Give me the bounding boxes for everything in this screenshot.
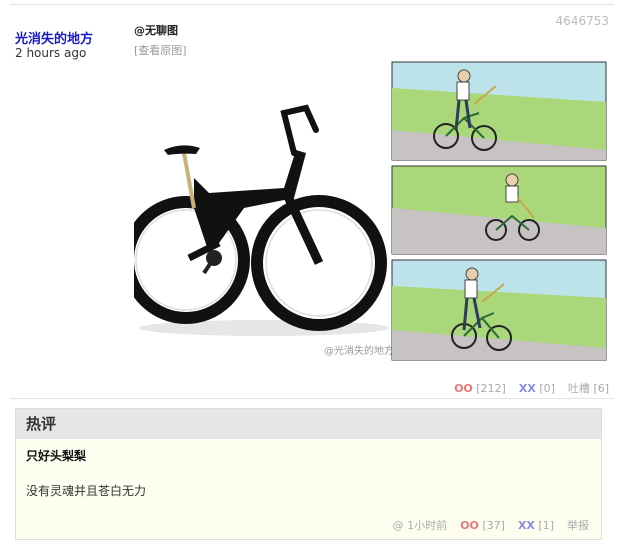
- bicycle-illustration: [134, 104, 389, 336]
- comic-panel-1: [391, 61, 607, 161]
- comment-xx-button[interactable]: XX: [518, 519, 535, 532]
- hot-comments-box: 热评 只好头梨梨 没有灵魂并且苍白无力 @ 1小时前 OO [37] XX [1…: [15, 408, 602, 540]
- comment-time: 1小时前: [407, 519, 448, 532]
- comment-reply-at[interactable]: @: [393, 519, 404, 532]
- post-id[interactable]: 4646753: [556, 14, 609, 28]
- comic-panel-2: [391, 165, 607, 255]
- view-original-link[interactable]: [查看原图]: [134, 42, 187, 58]
- post-oo-count: [212]: [476, 382, 506, 395]
- comment-author: 只好头梨梨: [26, 449, 87, 463]
- comment-oo-count: [37]: [482, 519, 505, 532]
- comment-oo-button[interactable]: OO: [460, 519, 479, 532]
- comment-report-link[interactable]: 举报: [567, 519, 589, 532]
- post-vote-bar: OO [212] XX [0] 吐槽 [6]: [454, 380, 609, 396]
- comment-footer: @ 1小时前 OO [37] XX [1] 举报: [393, 517, 589, 533]
- post-tucao-link[interactable]: 吐槽 [6]: [568, 382, 609, 395]
- post-oo-button[interactable]: OO: [454, 382, 473, 395]
- post-xx-button[interactable]: XX: [519, 382, 536, 395]
- post-source: @无聊图: [134, 24, 178, 37]
- post-time: 2 hours ago: [15, 46, 87, 60]
- hot-comments-title: 热评: [16, 409, 601, 439]
- comment-body: 没有灵魂并且苍白无力: [26, 484, 147, 498]
- post-author-link[interactable]: 光消失的地方: [15, 28, 93, 47]
- section-divider: [10, 398, 614, 399]
- comment-xx-count: [1]: [538, 519, 554, 532]
- top-divider: [10, 4, 614, 5]
- comic-panel-3: [391, 259, 607, 361]
- meme-image[interactable]: @光消失的地方: [134, 58, 610, 364]
- image-watermark: @光消失的地方: [324, 344, 394, 357]
- post-xx-count: [0]: [539, 382, 555, 395]
